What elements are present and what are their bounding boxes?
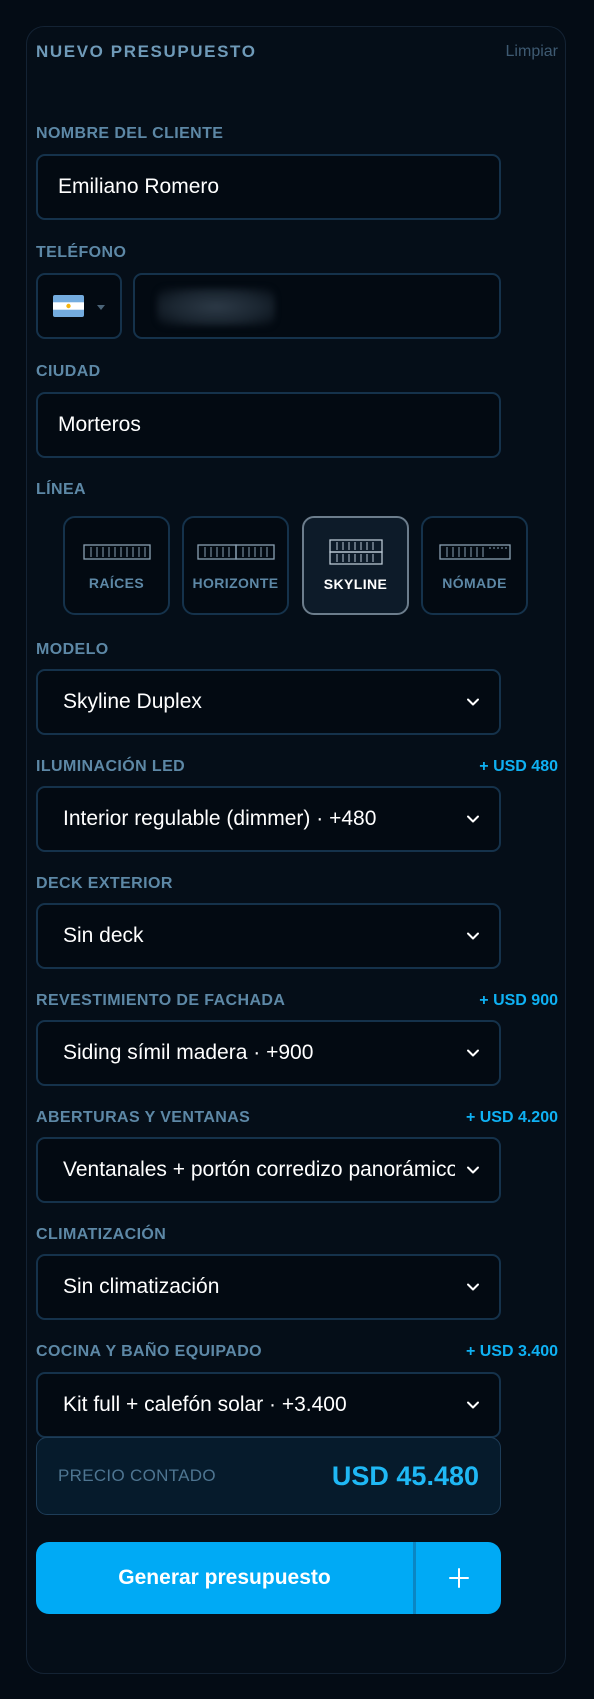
chevron-down-icon [467,932,479,940]
plus-icon [448,1568,469,1588]
facade-select[interactable]: Siding símil madera · +900 [36,1020,501,1086]
chevron-down-icon [467,1401,479,1409]
led-select[interactable]: Interior regulable (dimmer) · +480 [36,786,501,852]
client-name-value: Emiliano Romero [58,175,220,198]
clear-button[interactable]: Limpiar [506,43,558,61]
line-option-skyline[interactable]: SKYLINE [302,516,409,615]
city-value: Morteros [58,413,141,436]
line-option-horizonte-label: HORIZONTE [192,575,279,591]
deck-label: DECK EXTERIOR [36,875,173,892]
deck-select[interactable]: Sin deck [36,903,501,969]
generate-budget-button[interactable]: Generar presupuesto [36,1542,413,1614]
phone-number-redacted [157,288,275,326]
model-select[interactable]: Skyline Duplex [36,669,501,735]
led-label: ILUMINACIÓN LED [36,758,186,775]
line-label: LÍNEA [36,481,86,498]
phone-input[interactable] [133,273,501,339]
chevron-down-icon [467,1049,479,1057]
led-extra-cost: + USD 480 [479,758,558,775]
line-option-horizonte[interactable]: HORIZONTE [182,516,289,615]
country-code-select[interactable] [36,273,122,339]
skyline-house-icon [328,539,383,565]
openings-extra-cost: + USD 4.200 [465,1109,558,1126]
kitchen-value: Kit full + calefón solar · +3.400 [63,1393,347,1416]
generate-actions: Generar presupuesto [36,1542,501,1614]
facade-value: Siding símil madera · +900 [63,1041,314,1064]
kitchen-extra-cost: + USD 3.400 [465,1343,558,1360]
openings-label: ABERTURAS Y VENTANAS [36,1109,251,1126]
chevron-down-icon [467,698,479,706]
caret-down-icon [97,305,105,310]
line-option-nomade[interactable]: NÓMADE [421,516,528,615]
facade-label: REVESTIMIENTO DE FACHADA [36,992,286,1009]
openings-value: Ventanales + portón corredizo panorámico… [63,1158,455,1181]
city-input[interactable]: Morteros [36,392,501,458]
horizonte-house-icon [196,544,275,560]
price-label: PRECIO CONTADO [58,1466,216,1485]
model-value: Skyline Duplex [63,690,202,713]
climate-value: Sin climatización [63,1275,220,1298]
line-option-skyline-label: SKYLINE [323,576,388,592]
model-label: MODELO [36,641,109,658]
nomade-house-icon [438,544,511,560]
argentina-flag-icon [53,295,84,317]
price-value: USD 45.480 [331,1460,479,1491]
chevron-down-icon [467,1283,479,1291]
line-option-raices[interactable]: RAÍCES [63,516,170,615]
chevron-down-icon [467,1166,479,1174]
climate-label: CLIMATIZACIÓN [36,1226,167,1243]
form-header: NUEVO PRESUPUESTO Limpiar [36,42,558,62]
price-summary: PRECIO CONTADO USD 45.480 [36,1437,501,1515]
client-name-input[interactable]: Emiliano Romero [36,154,501,220]
city-label: CIUDAD [36,363,101,380]
form-title: NUEVO PRESUPUESTO [36,42,257,61]
add-button[interactable] [416,1542,501,1614]
led-value: Interior regulable (dimmer) · +480 [63,807,377,830]
raices-house-icon [82,544,151,560]
chevron-down-icon [467,815,479,823]
line-option-raices-label: RAÍCES [88,575,145,591]
line-option-nomade-label: NÓMADE [442,575,507,591]
deck-value: Sin deck [63,924,144,947]
phone-label: TELÉFONO [36,244,127,261]
kitchen-label: COCINA Y BAÑO EQUIPADO [36,1343,263,1360]
openings-select[interactable]: Ventanales + portón corredizo panorámico… [36,1137,501,1203]
facade-extra-cost: + USD 900 [479,992,558,1009]
climate-select[interactable]: Sin climatización [36,1254,501,1320]
client-name-label: NOMBRE DEL CLIENTE [36,125,224,142]
kitchen-select[interactable]: Kit full + calefón solar · +3.400 [36,1372,501,1438]
